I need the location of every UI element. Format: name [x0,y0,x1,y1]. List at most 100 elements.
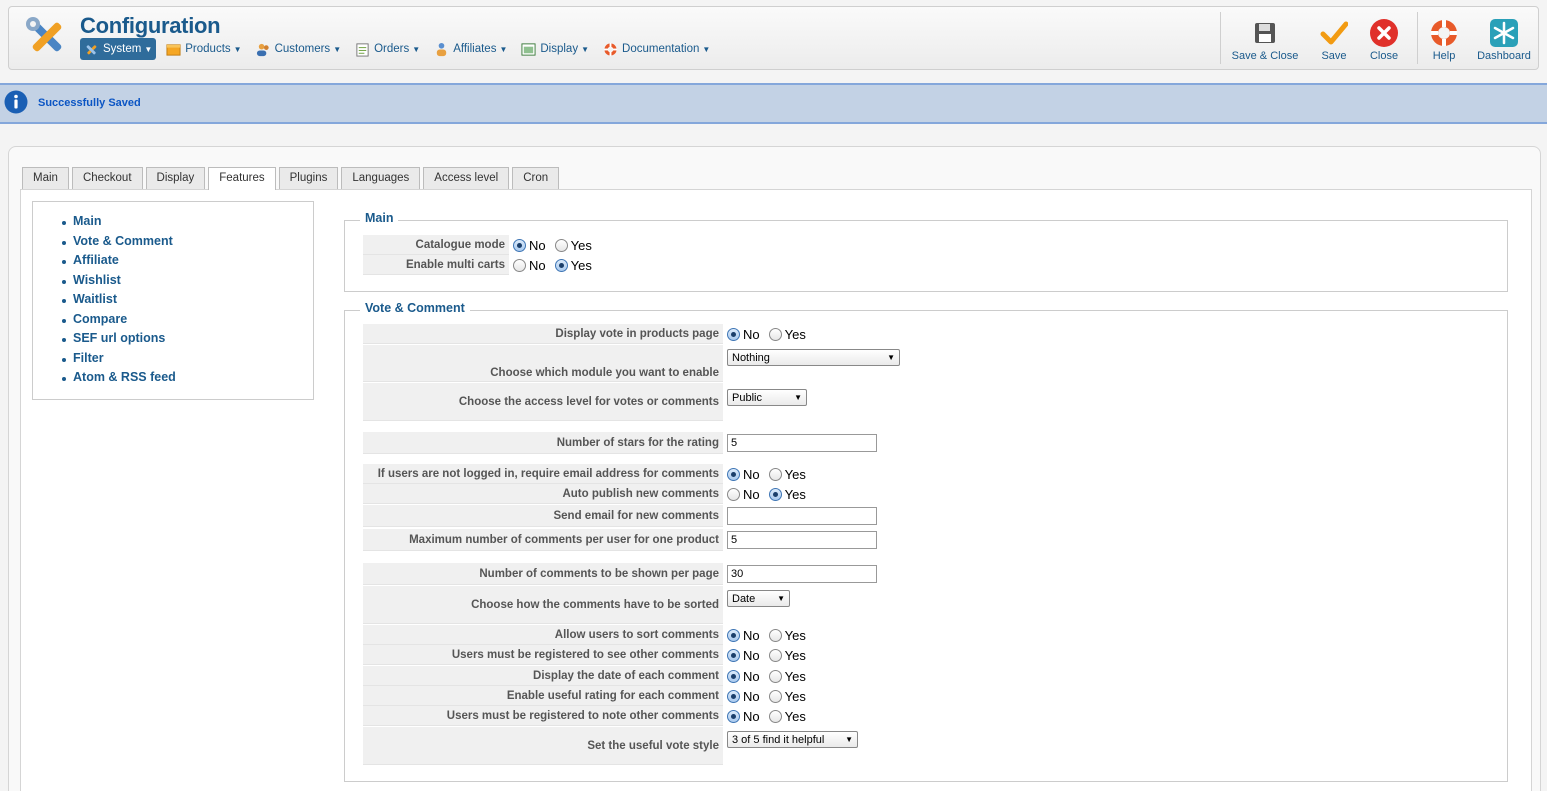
allow-sort-row: Allow users to sort comments No Yes [363,625,815,645]
radio-no-label: No [743,647,760,663]
nav-link-wishlist[interactable]: Wishlist [73,273,121,287]
vote-style-select[interactable]: 3 of 5 find it helpful ▼ [727,731,858,748]
auto-publish-row: Auto publish new comments No Yes [363,484,815,504]
radio-yes-label: Yes [784,466,806,482]
access-level-select[interactable]: Public ▼ [727,389,807,406]
save-label: Save [1321,50,1347,62]
auto-publish-no-radio[interactable] [727,487,740,501]
registered-see-no-radio[interactable] [727,648,740,662]
multi-carts-no-radio[interactable] [513,258,526,272]
catalogue-mode-radios: No Yes [509,238,601,253]
max-comments-control [723,531,877,549]
nav-item: Affiliate [33,253,313,273]
menu-orders[interactable]: Orders ▼ [351,38,424,60]
per-page-input[interactable] [727,565,877,583]
nav-item: Compare [33,312,313,332]
registered-see-yes-radio[interactable] [768,648,782,662]
nav-link-affiliate[interactable]: Affiliate [73,253,119,267]
multi-carts-row: Enable multi carts No Yes [363,255,601,275]
access-level-row: Choose the access level for votes or com… [363,383,807,421]
stars-label: Number of stars for the rating [363,432,723,454]
nav-link-atom-rss[interactable]: Atom & RSS feed [73,370,176,384]
allow-sort-yes-radio[interactable] [768,628,782,642]
multi-carts-radios: No Yes [509,258,601,273]
max-comments-row: Maximum number of comments per user for … [363,529,877,551]
nav-link-vote-comment[interactable]: Vote & Comment [73,234,173,248]
tab-cron[interactable]: Cron [512,167,560,189]
display-vote-no-radio[interactable] [727,327,740,341]
help-button[interactable]: Help [1418,7,1470,69]
sort-by-select[interactable]: Date ▼ [727,590,790,607]
dashboard-label: Dashboard [1477,50,1531,62]
tab-checkout[interactable]: Checkout [71,167,143,189]
sort-by-control: Date ▼ [723,586,790,607]
tab-main[interactable]: Main [22,167,69,189]
dashboard-button[interactable]: Dashboard [1470,7,1538,69]
catalogue-mode-yes-radio[interactable] [554,238,568,252]
send-email-input[interactable] [727,507,877,525]
tab-display[interactable]: Display [145,167,206,189]
tab-languages[interactable]: Languages [341,167,421,189]
radio-no-label: No [743,668,760,684]
tab-features[interactable]: Features [208,167,276,190]
display-date-no-radio[interactable] [727,669,740,683]
auto-publish-radios: No Yes [723,487,815,502]
send-email-row: Send email for new comments [363,505,877,527]
useful-rating-yes-radio[interactable] [768,689,782,703]
configuration-tools-icon [26,17,62,52]
radio-yes-label: Yes [784,708,806,724]
require-email-no-radio[interactable] [727,467,740,481]
max-comments-input[interactable] [727,531,877,549]
lifebuoy-icon [603,42,618,56]
access-level-select-value: Public [732,391,762,404]
registered-note-no-radio[interactable] [727,709,740,723]
menu-display[interactable]: Display ▼ [517,38,593,60]
registered-note-yes-radio[interactable] [768,709,782,723]
require-email-yes-radio[interactable] [768,467,782,481]
save-close-button[interactable]: Save & Close [1221,7,1309,69]
sort-by-row: Choose how the comments have to be sorte… [363,586,790,624]
menu-affiliates[interactable]: Affiliates ▼ [430,38,511,60]
menu-customers-label: Customers [274,43,331,55]
close-button[interactable]: Close [1359,7,1409,69]
allow-sort-no-radio[interactable] [727,628,740,642]
menu-documentation[interactable]: Documentation ▼ [599,38,714,60]
menu-system[interactable]: System ▼ [80,38,157,60]
nav-link-compare[interactable]: Compare [73,312,127,326]
radio-yes-label: Yes [784,326,806,342]
nav-link-filter[interactable]: Filter [73,351,104,365]
per-page-label: Number of comments to be shown per page [363,563,723,585]
close-label: Close [1369,50,1399,62]
menu-system-label: System [103,43,142,55]
auto-publish-yes-radio[interactable] [768,487,782,501]
nav-item: Vote & Comment [33,234,313,254]
multi-carts-yes-radio[interactable] [554,258,568,272]
useful-rating-radios: No Yes [723,689,815,704]
save-button[interactable]: Save [1309,7,1359,69]
nav-link-main[interactable]: Main [73,214,101,228]
allow-sort-label: Allow users to sort comments [363,625,723,645]
menu-products[interactable]: Products ▼ [162,38,245,60]
tab-plugins[interactable]: Plugins [278,167,339,189]
per-page-row: Number of comments to be shown per page [363,563,877,585]
tab-access-level[interactable]: Access level [423,167,510,189]
radio-no-label: No [529,237,546,253]
display-date-yes-radio[interactable] [768,669,782,683]
max-comments-label: Maximum number of comments per user for … [363,529,723,551]
dropdown-arrow-icon: ▼ [794,393,802,402]
menu-customers[interactable]: Customers ▼ [252,38,346,60]
nav-item: SEF url options [33,331,313,351]
chevron-down-icon: ▼ [702,44,711,54]
stars-control [723,434,877,452]
module-select[interactable]: Nothing ▼ [727,349,900,366]
message-text: Successfully Saved [38,97,141,109]
display-vote-yes-radio[interactable] [768,327,782,341]
nav-item: Atom & RSS feed [33,370,313,390]
sort-by-select-value: Date [732,592,756,605]
main-menu: System ▼ Products ▼ Customers ▼ Orders ▼ Aff… [80,38,720,60]
useful-rating-no-radio[interactable] [727,689,740,703]
stars-input[interactable] [727,434,877,452]
catalogue-mode-no-radio[interactable] [513,238,526,252]
nav-link-sef-url[interactable]: SEF url options [73,331,165,345]
nav-link-waitlist[interactable]: Waitlist [73,292,117,306]
